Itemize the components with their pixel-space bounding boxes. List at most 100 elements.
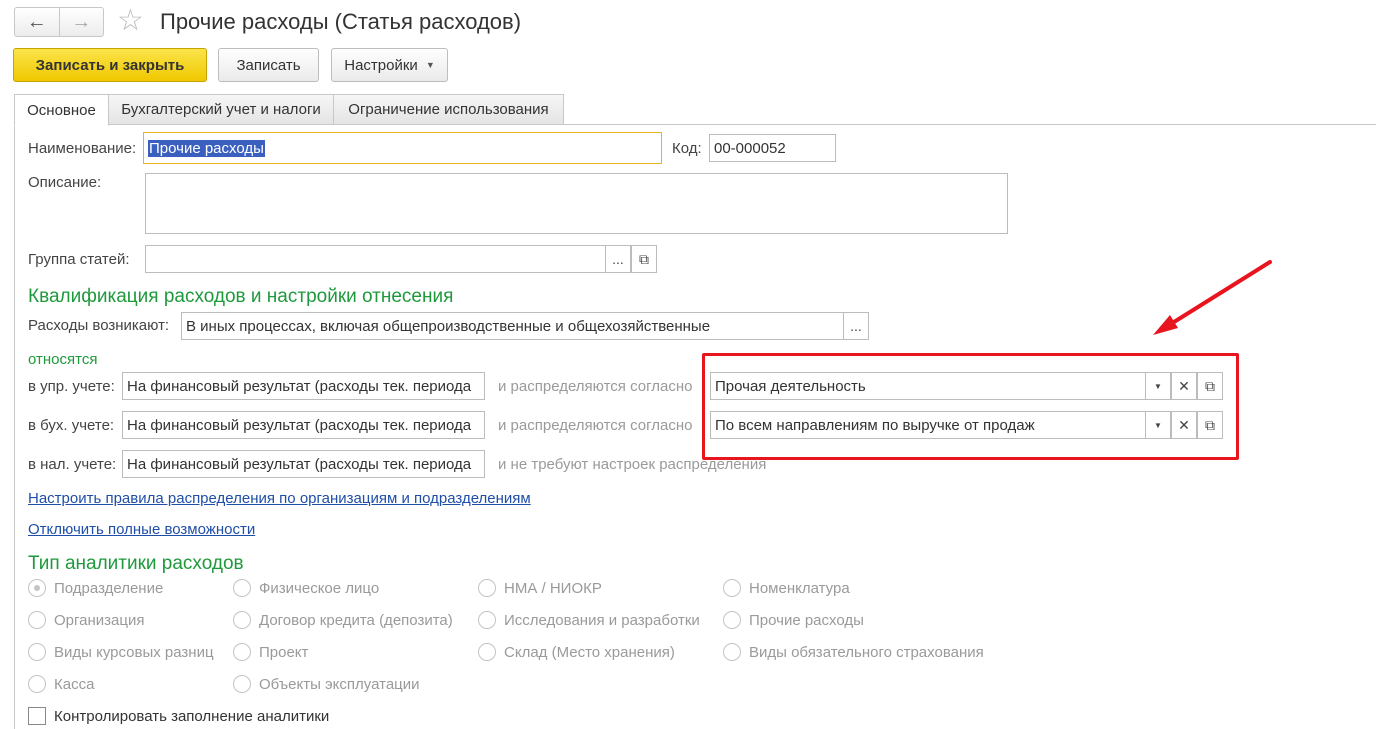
annotation-arrow-icon bbox=[1153, 260, 1272, 335]
group-label: Группа статей: bbox=[28, 251, 130, 268]
radio-warehouse[interactable]: Склад (Место хранения) bbox=[478, 643, 675, 661]
name-value: Прочие расходы bbox=[148, 139, 265, 157]
analytics-header: Тип аналитики расходов bbox=[28, 553, 244, 574]
mgmt-accounting-value: На финансовый результат (расходы тек. пе… bbox=[127, 377, 472, 395]
radio-label: Организация bbox=[54, 611, 145, 629]
tab-accounting[interactable]: Бухгалтерский учет и налоги bbox=[108, 94, 334, 125]
open-window-icon: ⧉ bbox=[639, 250, 649, 267]
tax-accounting-input[interactable]: На финансовый результат (расходы тек. пе… bbox=[122, 450, 485, 478]
radio-exchange-differences[interactable]: Виды курсовых разниц bbox=[28, 643, 214, 661]
radio-label: НМА / НИОКР bbox=[504, 579, 602, 597]
save-label: Записать bbox=[236, 56, 301, 74]
tab-main-label: Основное bbox=[27, 101, 96, 119]
control-analytics-checkbox[interactable]: Контролировать заполнение аналитики bbox=[28, 707, 329, 725]
mgmt-accounting-label: в упр. учете: bbox=[28, 378, 115, 395]
radio-label: Договор кредита (депозита) bbox=[259, 611, 453, 629]
mgmt-distribute-label: и распределяются согласно bbox=[498, 378, 693, 395]
tab-usage-restriction[interactable]: Ограничение использования bbox=[333, 94, 564, 125]
radio-icon bbox=[28, 611, 46, 629]
radio-cashbox[interactable]: Касса bbox=[28, 675, 94, 693]
group-open-button[interactable]: ⧉ bbox=[631, 245, 657, 273]
arrow-left-icon: ← bbox=[26, 10, 47, 33]
group-select-button[interactable]: ... bbox=[605, 245, 631, 273]
arise-input[interactable]: В иных процессах, включая общепроизводст… bbox=[181, 312, 844, 340]
radio-nomenclature[interactable]: Номенклатура bbox=[723, 579, 850, 597]
radio-icon bbox=[233, 611, 251, 629]
name-input[interactable]: Прочие расходы bbox=[143, 132, 662, 164]
arise-label: Расходы возникают: bbox=[28, 317, 170, 334]
radio-label: Объекты эксплуатации bbox=[259, 675, 420, 693]
tab-main[interactable]: Основное bbox=[14, 94, 109, 126]
radio-icon bbox=[478, 579, 496, 597]
save-and-close-button[interactable]: Записать и закрыть bbox=[13, 48, 207, 82]
book-distribute-label: и распределяются согласно bbox=[498, 417, 693, 434]
save-button[interactable]: Записать bbox=[218, 48, 319, 82]
description-label: Описание: bbox=[28, 174, 102, 191]
radio-icon bbox=[233, 675, 251, 693]
back-button[interactable]: ← bbox=[15, 8, 59, 36]
control-analytics-label: Контролировать заполнение аналитики bbox=[54, 707, 330, 725]
radio-icon bbox=[233, 643, 251, 661]
description-textarea[interactable] bbox=[145, 173, 1008, 234]
tab-accounting-label: Бухгалтерский учет и налоги bbox=[121, 101, 321, 118]
radio-credit-agreement[interactable]: Договор кредита (депозита) bbox=[233, 611, 453, 629]
radio-label: Подразделение bbox=[54, 579, 164, 597]
code-label: Код: bbox=[672, 140, 702, 157]
radio-label: Виды обязательного страхования bbox=[749, 643, 984, 661]
radio-checked-icon bbox=[28, 579, 46, 597]
window-title: Прочие расходы (Статья расходов) bbox=[160, 9, 522, 34]
radio-icon bbox=[723, 643, 741, 661]
radio-icon bbox=[478, 611, 496, 629]
book-accounting-value: На финансовый результат (расходы тек. пе… bbox=[127, 416, 472, 434]
arise-select-button[interactable]: ... bbox=[843, 312, 869, 340]
radio-project[interactable]: Проект bbox=[233, 643, 308, 661]
code-input[interactable]: 00-000052 bbox=[709, 134, 836, 162]
radio-other-expenses[interactable]: Прочие расходы bbox=[723, 611, 864, 629]
radio-icon bbox=[723, 579, 741, 597]
radio-organization[interactable]: Организация bbox=[28, 611, 144, 629]
book-accounting-label: в бух. учете: bbox=[28, 417, 115, 434]
radio-label: Номенклатура bbox=[749, 579, 850, 597]
group-input[interactable] bbox=[145, 245, 606, 273]
favorite-star-icon[interactable]: ☆ bbox=[117, 6, 144, 36]
radio-research[interactable]: Исследования и разработки bbox=[478, 611, 700, 629]
caret-down-icon: ▼ bbox=[425, 60, 435, 70]
settings-label: Настройки bbox=[344, 56, 418, 74]
radio-individual[interactable]: Физическое лицо bbox=[233, 579, 379, 597]
disable-full-features-link[interactable]: Отключить полные возможности bbox=[28, 521, 255, 538]
nav-buttons: ← → bbox=[14, 7, 104, 37]
radio-insurance[interactable]: Виды обязательного страхования bbox=[723, 643, 984, 661]
radio-icon bbox=[28, 675, 46, 693]
tax-accounting-value: На финансовый результат (расходы тек. пе… bbox=[127, 455, 472, 473]
relate-label: относятся bbox=[28, 351, 98, 368]
radio-icon bbox=[28, 643, 46, 661]
radio-label: Виды курсовых разниц bbox=[54, 643, 214, 661]
radio-label: Склад (Место хранения) bbox=[504, 643, 675, 661]
radio-department[interactable]: Подразделение bbox=[28, 579, 163, 597]
book-accounting-input[interactable]: На финансовый результат (расходы тек. пе… bbox=[122, 411, 485, 439]
ellipsis-icon: ... bbox=[612, 251, 624, 267]
save-and-close-label: Записать и закрыть bbox=[35, 56, 185, 74]
code-value: 00-000052 bbox=[714, 139, 786, 157]
radio-label: Проект bbox=[259, 643, 309, 661]
name-label: Наименование: bbox=[28, 140, 137, 157]
mgmt-accounting-input[interactable]: На финансовый результат (расходы тек. пе… bbox=[122, 372, 485, 400]
configure-distribution-rules-link[interactable]: Настроить правила распределения по орган… bbox=[28, 490, 531, 507]
radio-intangible[interactable]: НМА / НИОКР bbox=[478, 579, 602, 597]
radio-icon bbox=[723, 611, 741, 629]
settings-button[interactable]: Настройки ▼ bbox=[331, 48, 448, 82]
qualification-header: Квалификация расходов и настройки отнесе… bbox=[28, 286, 454, 307]
radio-label: Касса bbox=[54, 675, 95, 693]
radio-label: Исследования и разработки bbox=[504, 611, 700, 629]
form-left-border bbox=[14, 124, 15, 729]
radio-icon bbox=[478, 643, 496, 661]
forward-button[interactable]: → bbox=[58, 8, 104, 36]
radio-label: Прочие расходы bbox=[749, 611, 864, 629]
checkbox-icon bbox=[28, 707, 46, 725]
arise-value: В иных процессах, включая общепроизводст… bbox=[186, 317, 711, 335]
radio-label: Физическое лицо bbox=[259, 579, 380, 597]
tab-usage-restriction-label: Ограничение использования bbox=[348, 101, 549, 118]
ellipsis-icon: ... bbox=[850, 318, 862, 334]
arrow-right-icon: → bbox=[71, 10, 92, 33]
radio-operation-objects[interactable]: Объекты эксплуатации bbox=[233, 675, 420, 693]
